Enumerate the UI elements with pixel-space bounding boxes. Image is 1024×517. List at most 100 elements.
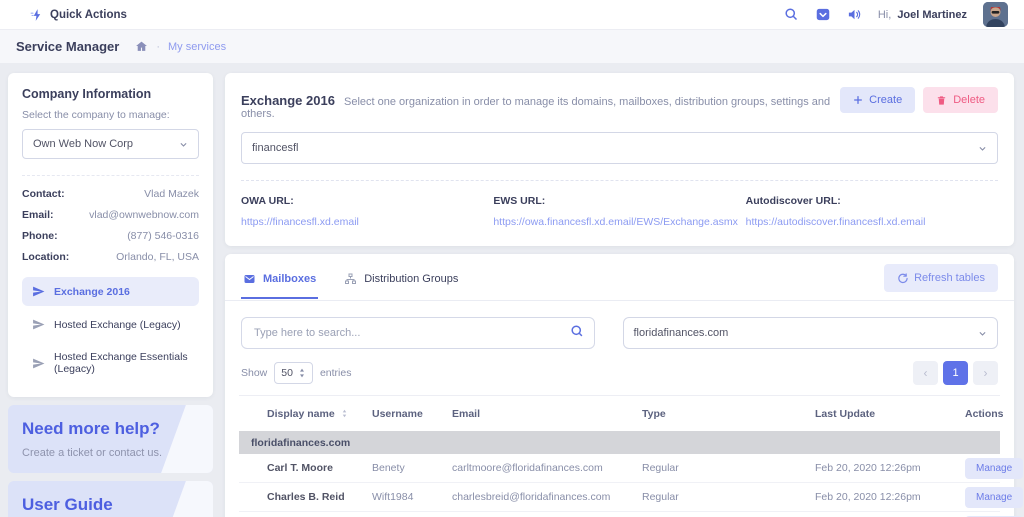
organization-select[interactable]: financesfl [241,132,998,164]
owa-url-link[interactable]: https://financesfl.xd.email [241,216,359,228]
organization-titleline: Exchange 2016 Select one organization in… [241,87,840,120]
phone-label: Phone: [22,230,58,242]
refresh-icon [897,273,908,284]
table-group-row: floridafinances.com [239,431,1000,454]
search-wrap [241,317,595,349]
service-list: Exchange 2016 Hosted Exchange (Legacy) H… [22,277,199,383]
cell-email: charlesbreid@floridafinances.com [452,491,642,503]
organization-actions: Create Delete [840,87,998,113]
page-title: Service Manager [16,39,119,54]
plus-icon [853,95,863,105]
meta-row: Show 50 entries ‹ 1 › [225,349,1014,395]
contact-value: Vlad Mazek [144,188,199,200]
search-icon [570,324,585,344]
ews-url-block: EWS URL: https://owa.financesfl.xd.email… [493,195,745,230]
cell-last-update: Feb 20, 2020 12:26pm [815,462,965,474]
location-value: Orlando, FL, USA [116,251,199,263]
sidebar: Company Information Select the company t… [8,73,213,517]
volume-icon[interactable] [847,7,862,22]
stepper-icon [298,368,306,378]
topbar: Quick Actions Hi, Joel Martinez [0,0,1024,30]
cell-username: Wift1984 [372,491,452,503]
domain-select[interactable]: floridafinances.com [623,317,999,349]
topbar-right: Hi, Joel Martinez [784,2,1008,27]
contact-label: Contact: [22,188,65,200]
content: Company Information Select the company t… [0,63,1024,517]
email-field: Email: vlad@ownwebnow.com [22,209,199,221]
manage-button[interactable]: Manage [965,487,1023,508]
create-button[interactable]: Create [840,87,915,113]
ews-url-label: EWS URL: [493,195,745,207]
table-row: Carl T. Moore Benety carltmoore@floridaf… [239,454,1000,483]
page-size-value: 50 [281,367,293,379]
delete-button[interactable]: Delete [923,87,998,113]
mailboxes-panel: Mailboxes Distribution Groups Refresh ta… [225,254,1014,517]
company-select[interactable]: Own Web Now Corp [22,129,199,159]
show-label: Show [241,367,267,379]
breadcrumb-separator: · [156,41,160,53]
column-last-update[interactable]: Last Update [815,408,965,420]
location-label: Location: [22,251,69,263]
avatar[interactable] [983,2,1008,27]
pagination-page-1-button[interactable]: 1 [943,361,968,385]
user-guide-card[interactable]: User Guide See our complete knowledgebas… [8,481,213,517]
entries-label: entries [320,367,352,379]
column-email[interactable]: Email [452,408,642,420]
search-icon[interactable] [784,7,799,22]
home-icon[interactable] [135,40,148,53]
autodiscover-url-link[interactable]: https://autodiscover.financesfl.xd.email [746,216,926,228]
inbox-icon[interactable] [815,7,831,22]
user-guide-title: User Guide [22,495,199,515]
phone-field: Phone: (877) 546-0316 [22,230,199,242]
phone-value: (877) 546-0316 [127,230,199,242]
organization-select-value: financesfl [252,142,298,154]
company-info-title: Company Information [22,87,199,101]
refresh-tables-button[interactable]: Refresh tables [884,264,998,292]
help-card[interactable]: Need more help? Create a ticket or conta… [8,405,213,473]
autodiscover-url-block: Autodiscover URL: https://autodiscover.f… [746,195,998,230]
trash-icon [936,95,947,106]
pagination-prev-button[interactable]: ‹ [913,361,938,385]
sidebar-item-hosted-exchange-legacy[interactable]: Hosted Exchange (Legacy) [22,310,199,339]
cell-display-name: Charles B. Reid [267,491,372,503]
contact-field: Contact: Vlad Mazek [22,188,199,200]
help-card-text: Create a ticket or contact us. [22,447,199,459]
manage-button[interactable]: Manage [965,458,1023,479]
ews-url-link[interactable]: https://owa.financesfl.xd.email/EWS/Exch… [493,216,738,228]
sidebar-item-hosted-exchange-essentials-legacy[interactable]: Hosted Exchange Essentials (Legacy) [22,343,199,383]
organization-panel: Exchange 2016 Select one organization in… [225,73,1014,246]
quick-actions-label: Quick Actions [50,9,127,21]
location-field: Location: Orlando, FL, USA [22,251,199,263]
bolt-icon [30,8,44,22]
mailboxes-table: Display name Username Email Type Last Up… [225,395,1014,517]
table-row: Christina L. Cortez Beciond81 christinal… [239,512,1000,517]
domain-select-value: floridafinances.com [634,327,729,339]
column-type[interactable]: Type [642,408,815,420]
column-display-name[interactable]: Display name [267,408,372,420]
sitemap-icon [344,273,357,285]
service-label: Exchange 2016 [54,286,130,298]
show-entries: Show 50 entries [241,362,351,384]
tab-label: Mailboxes [263,273,316,285]
pagination: ‹ 1 › [913,361,998,385]
pagination-next-button[interactable]: › [973,361,998,385]
tab-label: Distribution Groups [364,273,458,285]
page: Quick Actions Hi, Joel Martinez Service … [0,0,1024,517]
page-size-select[interactable]: 50 [274,362,313,384]
url-grid: OWA URL: https://financesfl.xd.email EWS… [241,195,998,230]
cell-email: carltmoore@floridafinances.com [452,462,642,474]
send-icon [32,285,45,298]
user-name: Joel Martinez [897,9,967,21]
organization-header: Exchange 2016 Select one organization in… [241,87,998,120]
service-label: Hosted Exchange (Legacy) [54,319,181,331]
tab-mailboxes[interactable]: Mailboxes [241,267,318,299]
quick-actions-button[interactable]: Quick Actions [30,8,127,22]
greeting-text: Hi, [878,9,891,21]
breadcrumb-item-my-services[interactable]: My services [168,41,226,53]
autodiscover-url-label: Autodiscover URL: [746,195,998,207]
tab-distribution-groups[interactable]: Distribution Groups [342,267,460,299]
sidebar-item-exchange-2016[interactable]: Exchange 2016 [22,277,199,306]
column-username[interactable]: Username [372,408,452,420]
tabs-row: Mailboxes Distribution Groups Refresh ta… [225,254,1014,301]
search-input[interactable] [241,317,595,349]
